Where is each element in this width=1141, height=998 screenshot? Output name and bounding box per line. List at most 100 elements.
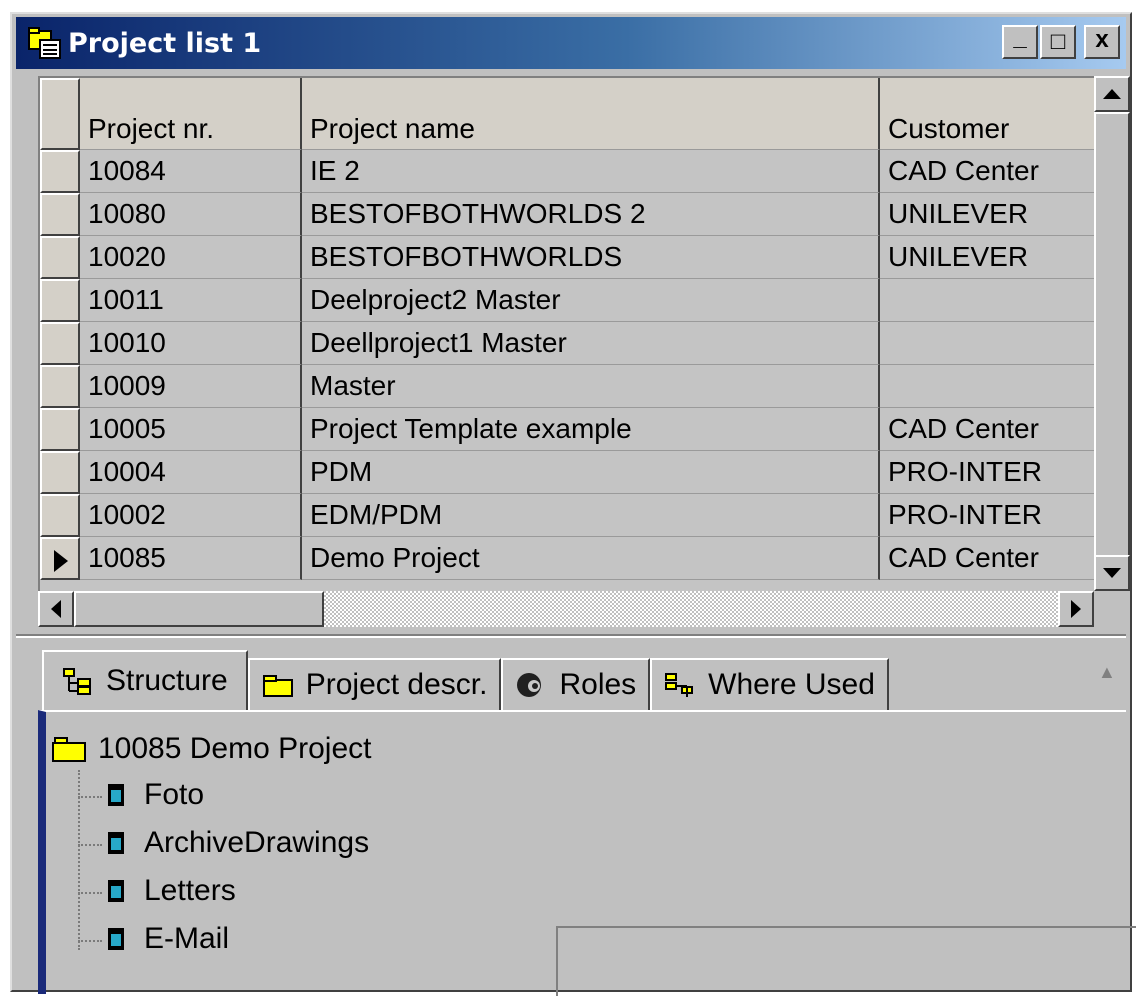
table-row[interactable]: 10002 EDM/PDM PRO-INTER: [40, 494, 1094, 537]
table-row[interactable]: 10004 PDM PRO-INTER: [40, 451, 1094, 494]
table-row[interactable]: 10005 Project Template example CAD Cente…: [40, 408, 1094, 451]
cell-project-nr: 10020: [80, 236, 302, 279]
arrow-right-icon: [1071, 600, 1081, 618]
table-row[interactable]: 10010 Deellproject1 Master: [40, 322, 1094, 365]
cell-project-name: Master: [302, 365, 880, 408]
row-selector[interactable]: [40, 365, 80, 408]
table-row[interactable]: 10011 Deelproject2 Master: [40, 279, 1094, 322]
cell-project-name: BESTOFBOTHWORLDS 2: [302, 193, 880, 236]
grid-header-row: Project nr. Project name Customer: [40, 78, 1094, 150]
roles-icon: [515, 671, 547, 699]
arrow-up-icon: [1103, 89, 1121, 99]
tab-structure[interactable]: Structure: [42, 650, 248, 710]
tree-item[interactable]: Letters: [108, 874, 236, 908]
structure-tree[interactable]: 10085 Demo Project Foto ArchiveDrawings …: [38, 710, 1136, 996]
tree-connector: [78, 892, 102, 894]
tab-label: Where Used: [708, 668, 875, 701]
cell-customer: [880, 279, 1094, 322]
cell-customer: CAD Center: [880, 150, 1094, 193]
cell-project-nr: 10004: [80, 451, 302, 494]
row-selector[interactable]: [40, 279, 80, 322]
tree-root-item[interactable]: 10085 Demo Project: [52, 732, 372, 766]
cell-project-nr: 10005: [80, 408, 302, 451]
cell-project-name: Demo Project: [302, 537, 880, 580]
tree-item[interactable]: E-Mail: [108, 922, 229, 956]
horizontal-scrollbar[interactable]: [38, 591, 1094, 627]
where-used-icon: [664, 671, 696, 699]
cell-customer: CAD Center: [880, 408, 1094, 451]
horizontal-scroll-thumb[interactable]: [74, 591, 324, 627]
vertical-scrollbar[interactable]: [1094, 76, 1130, 591]
cell-project-nr: 10011: [80, 279, 302, 322]
tree-item[interactable]: Foto: [108, 778, 204, 812]
table-row[interactable]: 10080 BESTOFBOTHWORLDS 2 UNILEVER: [40, 193, 1094, 236]
cell-customer: CAD Center: [880, 537, 1094, 580]
cell-customer: UNILEVER: [880, 193, 1094, 236]
row-selector[interactable]: [40, 322, 80, 365]
document-icon: [108, 880, 124, 902]
tree-connector: [78, 940, 102, 942]
tree-connector: [78, 844, 102, 846]
project-grid[interactable]: Project nr. Project name Customer 10084 …: [38, 76, 1094, 591]
cell-project-name: EDM/PDM: [302, 494, 880, 537]
cell-customer: [880, 365, 1094, 408]
cell-project-nr: 10080: [80, 193, 302, 236]
structure-icon: [62, 667, 94, 695]
arrow-down-icon: [1103, 568, 1121, 578]
title-bar[interactable]: Project list 1 _ □ x: [16, 17, 1126, 69]
tree-connector: [78, 796, 102, 798]
detail-tabs: Structure Project descr. Roles Where Use…: [42, 650, 889, 710]
table-row-current[interactable]: 10085 Demo Project CAD Center: [40, 537, 1094, 580]
project-list-window: Project list 1 _ □ x Project nr. Project…: [10, 12, 1136, 996]
cell-customer: PRO-INTER: [880, 494, 1094, 537]
arrow-left-icon: [51, 600, 61, 618]
row-selector[interactable]: [40, 451, 80, 494]
tree-item-label: E-Mail: [144, 922, 230, 955]
row-selector[interactable]: [40, 408, 80, 451]
panel-splitter[interactable]: [16, 634, 1126, 638]
tab-label: Roles: [559, 668, 637, 701]
tab-where-used[interactable]: Where Used: [650, 658, 889, 710]
scroll-up-button[interactable]: [1094, 76, 1130, 112]
scroll-left-button[interactable]: [38, 591, 74, 627]
tree-item-label: Foto: [144, 778, 205, 811]
table-row[interactable]: 10020 BESTOFBOTHWORLDS UNILEVER: [40, 236, 1094, 279]
column-header-project-name[interactable]: Project name: [302, 78, 880, 150]
tab-project-descr[interactable]: Project descr.: [247, 658, 502, 710]
close-button[interactable]: x: [1084, 25, 1120, 59]
row-selector[interactable]: [40, 150, 80, 193]
vertical-scroll-thumb[interactable]: [1094, 112, 1130, 557]
scroll-right-button[interactable]: [1058, 591, 1094, 627]
column-header-project-nr[interactable]: Project nr.: [80, 78, 302, 150]
table-row[interactable]: 10084 IE 2 CAD Center: [40, 150, 1094, 193]
cell-project-nr: 10002: [80, 494, 302, 537]
cell-customer: UNILEVER: [880, 236, 1094, 279]
row-selector[interactable]: [40, 236, 80, 279]
tab-roles[interactable]: Roles: [501, 658, 651, 710]
document-icon: [108, 784, 124, 806]
cell-project-name: BESTOFBOTHWORLDS: [302, 236, 880, 279]
table-row[interactable]: 10009 Master: [40, 365, 1094, 408]
scroll-down-button[interactable]: [1094, 555, 1130, 591]
cell-customer: PRO-INTER: [880, 451, 1094, 494]
cell-project-nr: 10009: [80, 365, 302, 408]
tree-root-label: 10085 Demo Project: [98, 732, 372, 765]
maximize-button[interactable]: □: [1040, 25, 1076, 59]
row-selector[interactable]: [40, 193, 80, 236]
row-selector[interactable]: [40, 494, 80, 537]
folder-icon: [52, 736, 86, 762]
cell-project-name: Project Template example: [302, 408, 880, 451]
header-corner[interactable]: [40, 78, 80, 150]
folder-icon: [262, 671, 294, 699]
cell-customer: [880, 322, 1094, 365]
tree-item[interactable]: ArchiveDrawings: [108, 826, 369, 860]
empty-panel-area: [556, 926, 1136, 996]
row-selector[interactable]: [40, 537, 80, 580]
column-header-customer[interactable]: Customer: [880, 78, 1094, 150]
window-title: Project list 1: [68, 27, 262, 59]
tab-scroll-icon[interactable]: ▲: [1098, 662, 1116, 683]
minimize-button[interactable]: _: [1002, 24, 1038, 59]
current-row-pointer-icon: [54, 550, 68, 572]
document-icon: [108, 832, 124, 854]
project-list-icon: [28, 26, 62, 60]
